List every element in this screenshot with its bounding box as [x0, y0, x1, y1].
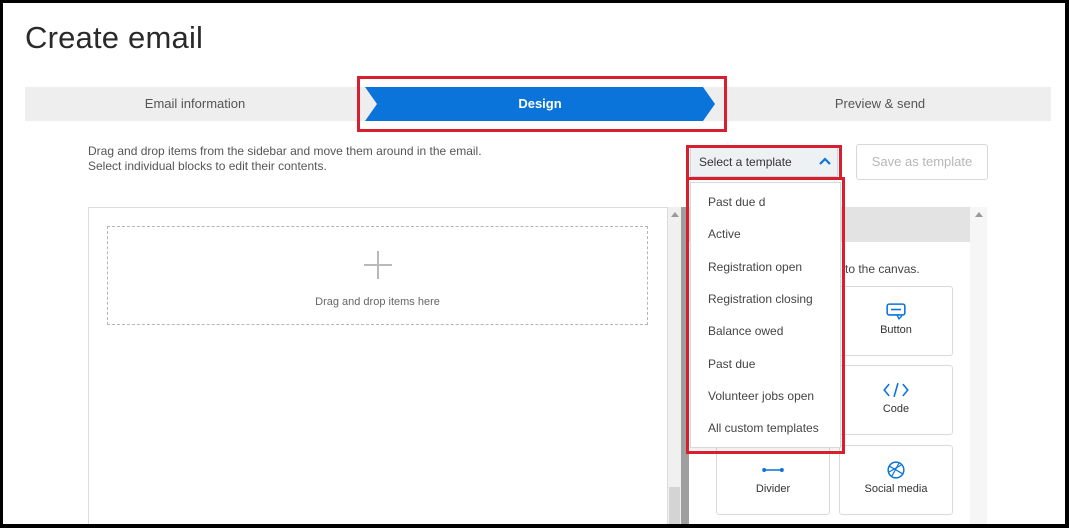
instructions: Drag and drop items from the sidebar and…: [88, 144, 482, 174]
template-select[interactable]: Select a template: [690, 147, 838, 177]
menu-item-active[interactable]: Active: [691, 221, 840, 247]
menu-item-volunteer-jobs-open[interactable]: Volunteer jobs open: [691, 383, 840, 409]
template-select-value: Select a template: [699, 155, 792, 169]
step-preview-send[interactable]: Preview & send: [725, 87, 1035, 121]
template-dropdown-menu: Past due d Active Registration open Regi…: [690, 182, 841, 448]
block-code[interactable]: Code: [839, 365, 953, 435]
code-icon: [883, 382, 909, 398]
block-divider[interactable]: Divider: [716, 445, 830, 515]
menu-item-past-due[interactable]: Past due: [691, 351, 840, 377]
email-canvas[interactable]: Drag and drop items here: [88, 207, 668, 525]
menu-item-all-custom-templates[interactable]: All custom templates: [691, 415, 840, 441]
menu-item-past-due-d[interactable]: Past due d: [691, 189, 840, 215]
block-button-label: Button: [880, 324, 912, 336]
social-media-icon: [887, 461, 905, 479]
sidebar-scrollbar[interactable]: [970, 207, 987, 525]
instructions-line-2: Select individual blocks to edit their c…: [88, 159, 327, 173]
block-code-label: Code: [882, 403, 910, 415]
block-divider-label: Divider: [755, 483, 791, 495]
canvas-scrollbar-thumb[interactable]: [669, 487, 680, 525]
panel-divider[interactable]: [681, 207, 689, 525]
wizard-stepper: Email information Design Preview & send: [25, 87, 1051, 121]
step-design-label: Design: [518, 96, 562, 111]
plus-icon: [362, 249, 394, 281]
block-button[interactable]: Button: [839, 286, 953, 356]
scroll-up-arrow-icon[interactable]: [671, 212, 679, 217]
block-social-media[interactable]: Social media: [839, 445, 953, 515]
instructions-line-1: Drag and drop items from the sidebar and…: [88, 144, 482, 158]
dropzone[interactable]: Drag and drop items here: [107, 226, 648, 325]
scroll-up-arrow-icon[interactable]: [975, 212, 983, 217]
block-social-media-label: Social media: [864, 483, 928, 495]
menu-item-balance-owed[interactable]: Balance owed: [691, 318, 840, 344]
menu-item-registration-open[interactable]: Registration open: [691, 254, 840, 280]
dropzone-text: Drag and drop items here: [315, 296, 440, 308]
divider-icon: [762, 468, 784, 472]
step-email-information[interactable]: Email information: [25, 87, 365, 121]
canvas-scrollbar[interactable]: [668, 207, 681, 525]
save-as-template-button[interactable]: Save as template: [856, 144, 988, 180]
menu-item-registration-closing[interactable]: Registration closing: [691, 286, 840, 312]
button-icon: [886, 303, 906, 321]
sidebar-hint: to the canvas.: [845, 262, 920, 276]
page-title: Create email: [25, 20, 204, 55]
step-design[interactable]: Design: [365, 87, 715, 121]
chevron-up-icon: [819, 157, 831, 165]
